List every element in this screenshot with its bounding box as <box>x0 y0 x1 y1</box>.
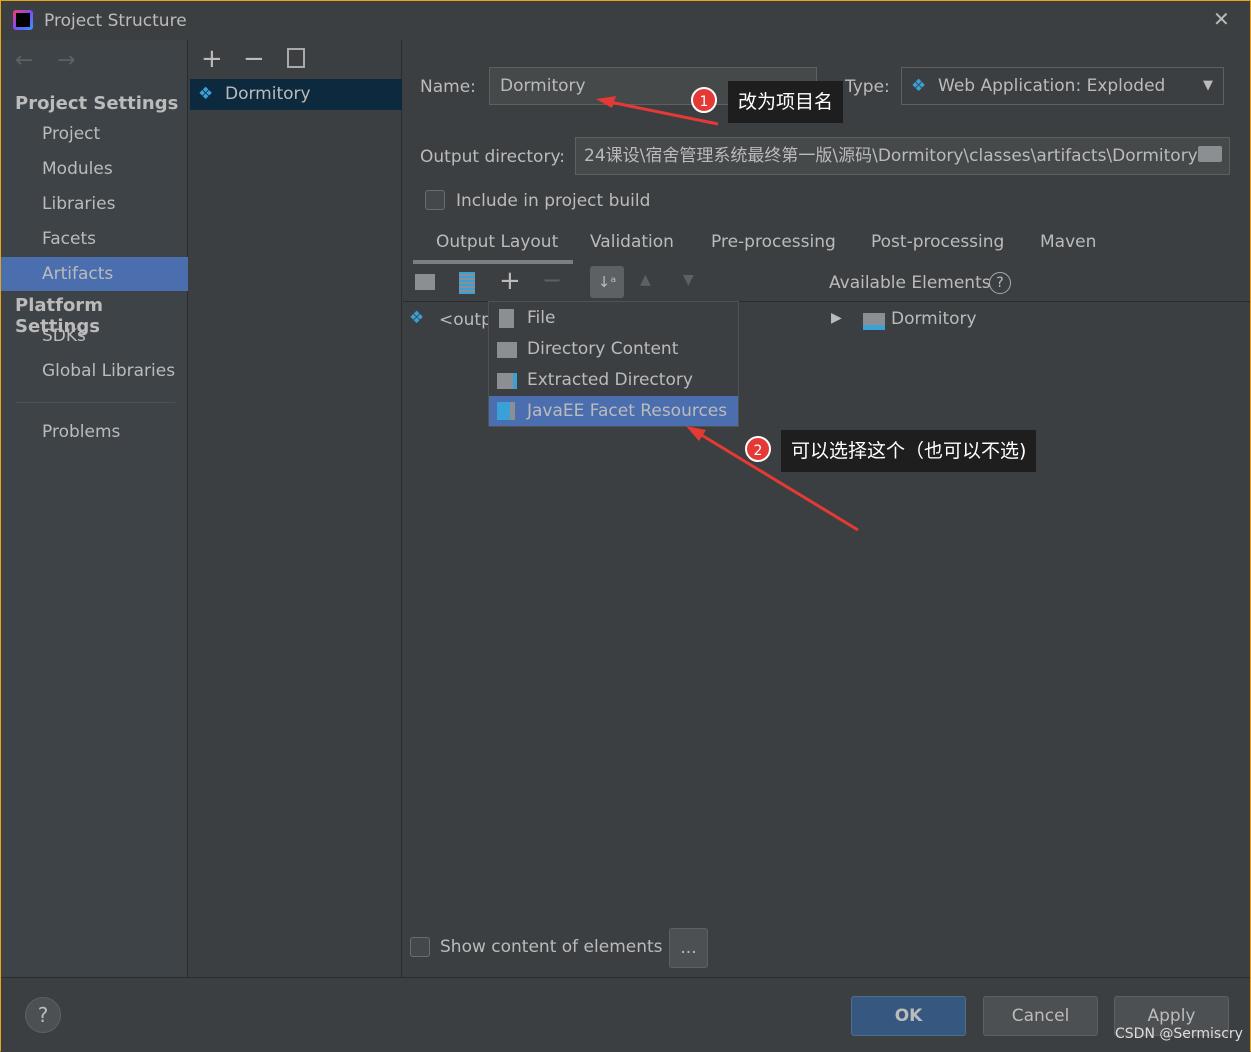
ok-button[interactable]: OK <box>851 996 966 1036</box>
help-button[interactable]: ? <box>25 997 61 1033</box>
annotation-arrowhead-1 <box>596 96 616 108</box>
dialog-footer: ? OK Cancel Apply CSDN @Sermiscry <box>1 977 1250 1052</box>
annotation-arrowhead-2 <box>686 426 706 441</box>
annotation-tooltip-2: 可以选择这个（也可以不选) <box>781 430 1037 472</box>
annotation-tooltip-1: 改为项目名 <box>728 81 844 123</box>
cancel-button[interactable]: Cancel <box>983 996 1098 1036</box>
annotation-badge-2: 2 <box>745 436 771 462</box>
annotation-arrows <box>596 96 859 532</box>
watermark: CSDN @Sermiscry <box>1115 1026 1243 1042</box>
annotation-badge-1: 1 <box>691 87 717 113</box>
